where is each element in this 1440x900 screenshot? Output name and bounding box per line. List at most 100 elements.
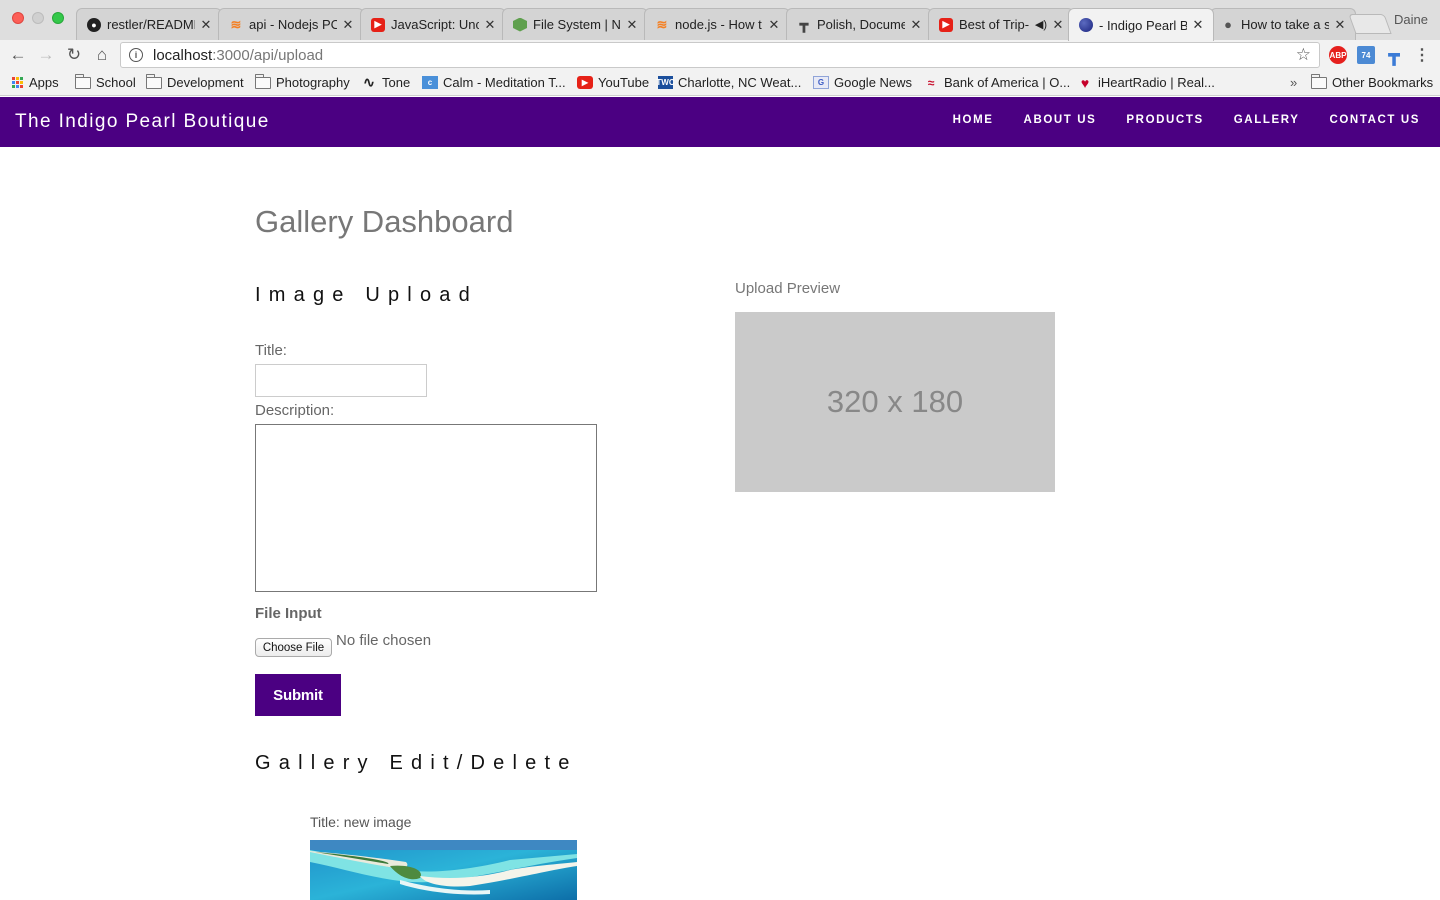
browser-tab[interactable]: ● How to take a s ✕	[1210, 8, 1356, 40]
new-tab-button[interactable]	[1348, 14, 1392, 34]
speaker-icon[interactable]: ◀)	[1035, 18, 1047, 31]
close-icon[interactable]: ✕	[767, 17, 781, 33]
upload-preview-placeholder: 320 x 180	[735, 312, 1055, 492]
tab-title: How to take a s	[1241, 17, 1329, 32]
bookmark-photography[interactable]: Photography	[255, 73, 350, 90]
bookmark-label: School	[96, 75, 136, 90]
bookmark-label: Apps	[29, 75, 59, 90]
bookmark-development[interactable]: Development	[146, 73, 244, 90]
browser-tab-bar: ● restler/README ✕ ≋ api - Nodejs PC ✕ ▶…	[0, 0, 1440, 41]
stackoverflow-icon: ≋	[656, 16, 668, 32]
apps-grid-icon	[12, 77, 23, 88]
bookmark-weather[interactable]: TWC Charlotte, NC Weat...	[656, 75, 801, 90]
nav-gallery[interactable]: GALLERY	[1234, 114, 1300, 126]
bookmark-google-news[interactable]: G Google News	[813, 75, 912, 90]
weather-channel-icon: TWC	[656, 76, 675, 89]
browser-tab-active[interactable]: - Indigo Pearl B ✕	[1068, 8, 1214, 41]
window-minimize-button[interactable]	[32, 12, 44, 24]
close-icon[interactable]: ✕	[199, 17, 213, 33]
nav-products[interactable]: PRODUCTS	[1126, 114, 1203, 126]
bookmark-tone[interactable]: ∿ Tone	[361, 74, 411, 90]
preview-placeholder-text: 320 x 180	[826, 384, 964, 419]
tab-title: File System | N	[533, 17, 621, 32]
bookmark-label: Google News	[834, 75, 913, 90]
browser-tab[interactable]: ▶ JavaScript: Unc ✕	[360, 8, 506, 40]
calm-icon: c	[422, 76, 438, 89]
nav-contact-us[interactable]: CONTACT US	[1329, 114, 1420, 126]
browser-tab[interactable]: File System | N ✕	[502, 8, 648, 40]
browser-tab[interactable]: ≋ api - Nodejs PC ✕	[218, 8, 364, 40]
info-icon[interactable]: i	[129, 48, 143, 62]
youtube-icon: ▶	[577, 76, 593, 89]
bookmark-school[interactable]: School	[75, 73, 136, 90]
youtube-icon: ▶	[939, 17, 953, 32]
bookmark-bank-of-america[interactable]: ≈ Bank of America | O...	[923, 75, 1071, 90]
description-label: Description:	[255, 402, 335, 419]
url-host: localhost	[153, 46, 213, 64]
browser-tab[interactable]: ≋ node.js - How t ✕	[644, 8, 790, 40]
browser-toolbar: ← → ↻ ⌂ i localhost:3000/api/upload ☆ AB…	[0, 40, 1440, 70]
bookmark-label: iHeartRadio | Real...	[1098, 75, 1215, 90]
youtube-icon: ▶	[371, 17, 385, 32]
page-title: Gallery Dashboard	[255, 204, 514, 239]
forward-arrow-icon[interactable]: →	[34, 44, 58, 66]
adblock-plus-icon[interactable]: ABP	[1329, 46, 1347, 64]
iheartradio-icon: ♥	[1080, 74, 1090, 91]
typewriter-extension-icon[interactable]: ┳	[1385, 45, 1403, 65]
submit-button[interactable]: Submit	[255, 674, 341, 716]
profile-name[interactable]: Daine	[1394, 12, 1428, 27]
other-bookmarks[interactable]: Other Bookmarks	[1311, 73, 1434, 90]
bookmarks-overflow-button[interactable]: »	[1290, 75, 1297, 90]
folder-icon	[146, 73, 162, 89]
close-icon[interactable]: ✕	[1051, 17, 1065, 33]
bookmark-label: Tone	[382, 75, 411, 90]
no-file-chosen-text: No file chosen	[336, 632, 432, 649]
folder-icon	[75, 73, 91, 89]
calendar-extension-icon[interactable]: 74	[1357, 46, 1375, 64]
nodejs-icon	[513, 17, 527, 32]
close-icon[interactable]: ✕	[909, 17, 923, 33]
close-icon[interactable]: ✕	[625, 17, 639, 33]
more-menu-icon[interactable]: ⋮	[1413, 46, 1431, 64]
bookmark-youtube[interactable]: ▶ YouTube	[577, 75, 649, 90]
image-upload-heading: Image Upload	[255, 284, 478, 306]
bookmark-apps[interactable]: Apps	[12, 75, 59, 90]
bank-of-america-icon: ≈	[927, 75, 935, 90]
brand-logo[interactable]: The Indigo Pearl Boutique	[15, 111, 270, 133]
nav-about-us[interactable]: ABOUT US	[1024, 114, 1097, 126]
close-icon[interactable]: ✕	[1191, 17, 1205, 33]
bookmark-label: YouTube	[598, 75, 650, 90]
back-arrow-icon[interactable]: ←	[6, 44, 30, 66]
choose-file-button[interactable]: Choose File	[255, 638, 332, 657]
browser-tab[interactable]: ▶ Best of Trip- ◀) ✕	[928, 8, 1074, 40]
bookmark-star-icon[interactable]: ☆	[1296, 45, 1311, 65]
reload-icon[interactable]: ↻	[62, 44, 86, 66]
window-close-button[interactable]	[12, 12, 24, 24]
browser-tab[interactable]: ● restler/README ✕	[76, 8, 222, 40]
apple-icon: ●	[1224, 17, 1232, 32]
nav-home[interactable]: HOME	[953, 114, 994, 126]
close-icon[interactable]: ✕	[341, 17, 355, 33]
bookmark-label: Development	[167, 75, 244, 90]
gallery-item-image[interactable]	[310, 840, 577, 900]
address-bar[interactable]: i localhost:3000/api/upload ☆	[120, 42, 1320, 68]
nav-links: HOME ABOUT US PRODUCTS GALLERY CONTACT U…	[923, 114, 1420, 126]
browser-tab[interactable]: ┳ Polish, Docume ✕	[786, 8, 932, 40]
close-icon[interactable]: ✕	[1333, 17, 1347, 33]
tab-title: api - Nodejs PC	[249, 17, 337, 32]
tab-title: Best of Trip-	[959, 17, 1030, 32]
bookmark-iheartradio[interactable]: ♥ iHeartRadio | Real...	[1077, 74, 1215, 91]
folder-icon	[1311, 73, 1327, 89]
home-icon[interactable]: ⌂	[90, 44, 114, 66]
close-icon[interactable]: ✕	[483, 17, 497, 33]
globe-icon	[1079, 18, 1093, 32]
description-textarea[interactable]	[255, 424, 597, 592]
folder-icon	[255, 73, 271, 89]
window-maximize-button[interactable]	[52, 12, 64, 24]
title-input[interactable]	[255, 364, 427, 397]
tropical-island-photo	[310, 840, 577, 900]
other-bookmarks-label: Other Bookmarks	[1332, 75, 1434, 90]
bookmark-calm[interactable]: c Calm - Meditation T...	[422, 75, 566, 90]
tone-wave-icon: ∿	[363, 74, 375, 90]
tab-title: - Indigo Pearl B	[1099, 17, 1187, 33]
